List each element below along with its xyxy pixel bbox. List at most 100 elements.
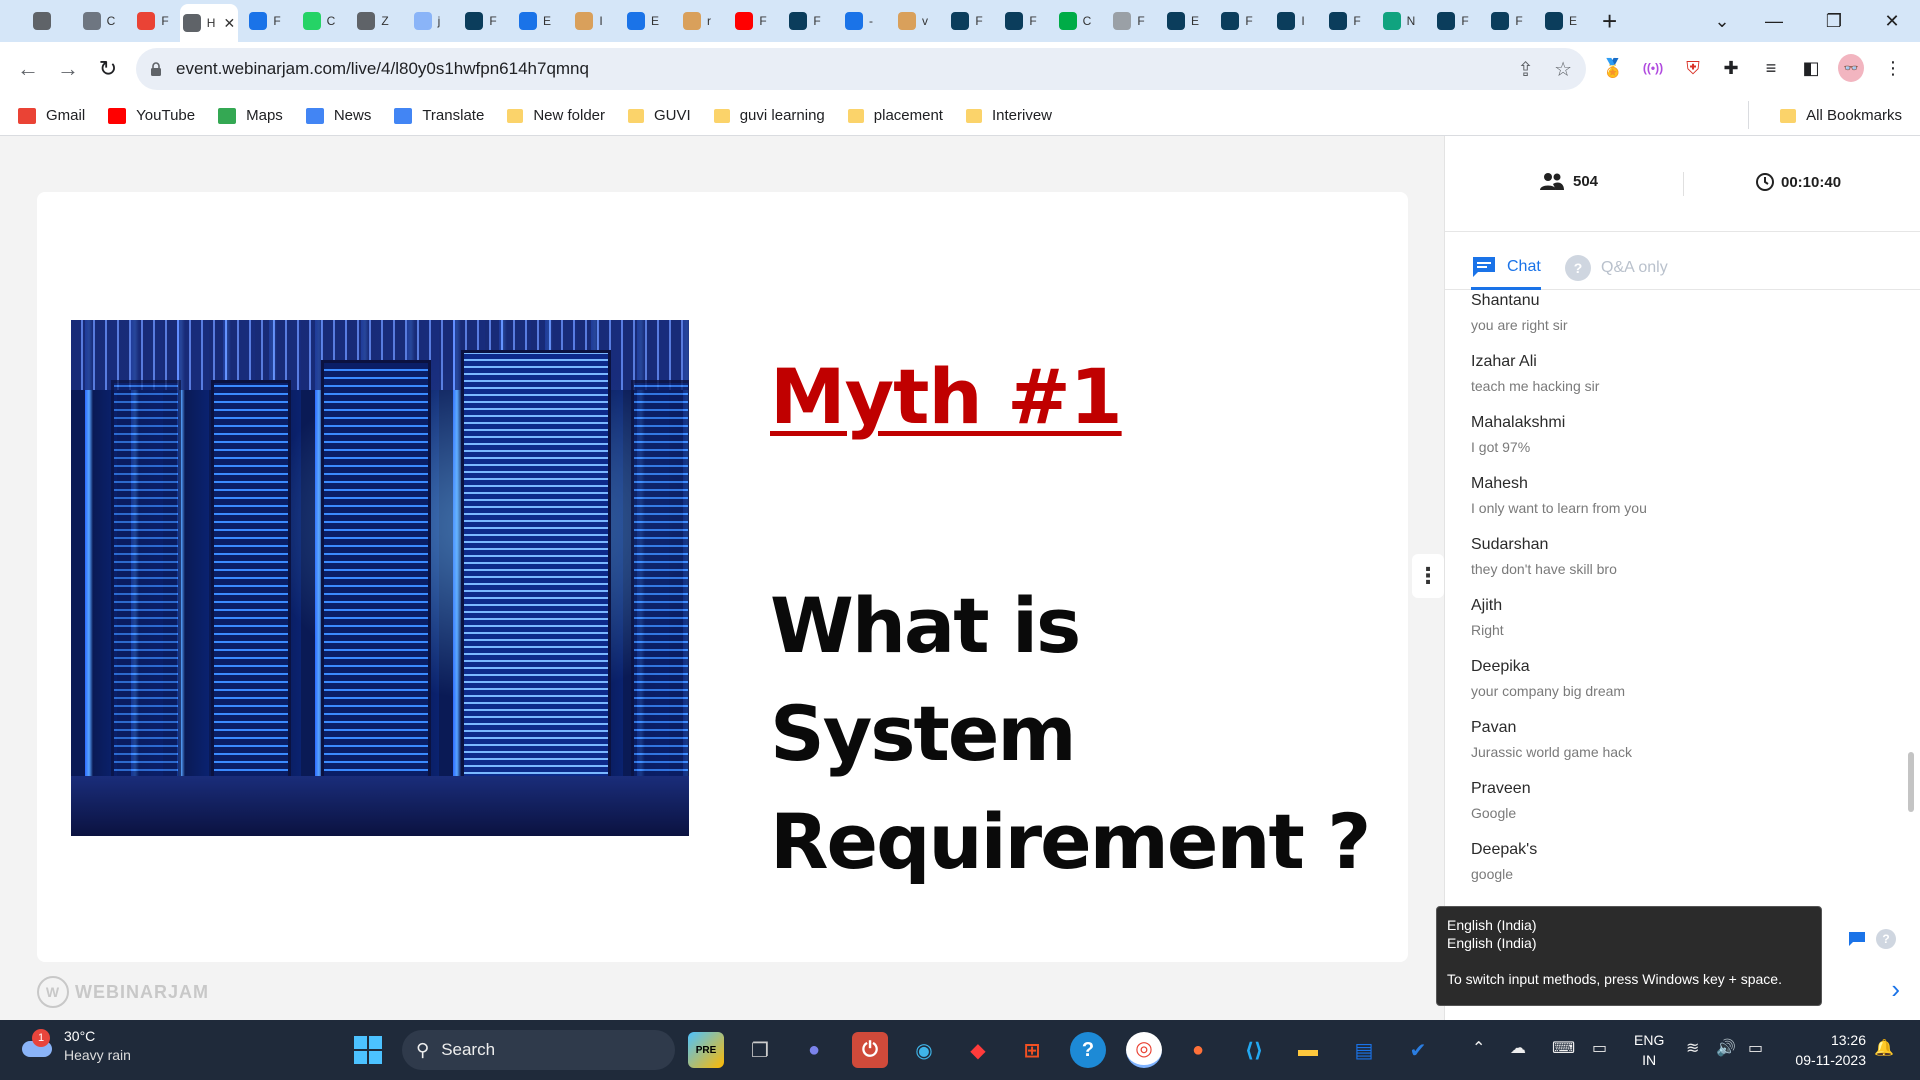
browser-tab[interactable]: I (1264, 4, 1318, 38)
edge-browser-icon[interactable]: ◉ (906, 1032, 942, 1068)
bookmark-item[interactable]: Maps (218, 107, 283, 124)
start-windows-icon[interactable] (350, 1032, 386, 1068)
browser-tab[interactable]: F (1210, 4, 1264, 38)
weather-widget[interactable]: 1 30°C Heavy rain (22, 1028, 131, 1063)
tab-title: F (1029, 14, 1037, 28)
chrome-browser-icon[interactable]: ◎ (1126, 1032, 1162, 1068)
scrollbar-thumb[interactable] (1908, 752, 1914, 812)
extensions-puzzle-icon[interactable]: ✚ (1718, 52, 1744, 84)
qa-mode-icon[interactable]: ? (1876, 929, 1896, 949)
browser-tab[interactable]: C (1048, 4, 1102, 38)
touch-keyboard-icon[interactable]: ▭ (1592, 1038, 1607, 1058)
taskbar-search[interactable]: ⚲ Search (402, 1030, 675, 1070)
browser-tab[interactable]: F (1102, 4, 1156, 38)
send-chevron-icon[interactable]: › (1891, 974, 1900, 1005)
red-diamond-app-icon[interactable]: ◆ (960, 1032, 996, 1068)
bookmark-item[interactable]: Interivew (965, 107, 1052, 124)
bookmark-item[interactable]: News (305, 107, 371, 124)
extension-broadcast-icon[interactable]: ((•)) (1640, 52, 1666, 84)
browser-tab[interactable]: E (616, 4, 670, 38)
forward-button[interactable]: → (48, 49, 88, 89)
browser-tab[interactable]: H ✕ (180, 4, 238, 42)
bookmark-item[interactable]: Gmail (18, 107, 85, 124)
browser-tab[interactable]: j (400, 4, 454, 38)
battery-icon[interactable]: ▭ (1748, 1038, 1763, 1058)
close-tab-icon[interactable]: ✕ (223, 15, 235, 32)
microsoft-store-icon[interactable]: ⊞ (1014, 1032, 1050, 1068)
bookmark-star-icon[interactable]: ☆ (1554, 57, 1572, 82)
browser-tab[interactable]: C (292, 4, 346, 38)
browser-tab[interactable]: F (238, 4, 292, 38)
browser-tab[interactable]: E (508, 4, 562, 38)
bookmark-item[interactable]: GUVI (628, 107, 691, 124)
copilot-icon[interactable]: PRE (688, 1032, 724, 1068)
browser-tab[interactable]: v (886, 4, 940, 38)
browser-tab[interactable]: F (1480, 4, 1534, 38)
help-app-icon[interactable]: ? (1070, 1032, 1106, 1068)
cloud-offline-icon[interactable]: ☁ (1510, 1038, 1526, 1058)
browser-tab[interactable]: r (670, 4, 724, 38)
wifi-icon[interactable]: ≋ (1686, 1038, 1699, 1058)
task-view-icon[interactable]: ❐ (742, 1032, 778, 1068)
chat-scrollbar[interactable] (1908, 292, 1914, 852)
browser-tab[interactable]: F (1318, 4, 1372, 38)
all-bookmarks-button[interactable]: All Bookmarks (1748, 101, 1902, 129)
side-panel-icon[interactable]: ◧ (1798, 52, 1824, 84)
vscode-icon[interactable]: ⟨⟩ (1236, 1032, 1272, 1068)
todo-check-icon[interactable]: ✔ (1400, 1032, 1436, 1068)
browser-menu-icon[interactable]: ⋮ (1880, 52, 1906, 84)
extension-shield-icon[interactable]: ⛨ (1680, 52, 1706, 84)
tab-search-chevron-icon[interactable]: ⌄ (1694, 0, 1750, 42)
chat-mode-icon[interactable] (1848, 931, 1866, 947)
bookmark-item[interactable]: YouTube (108, 107, 195, 124)
keyboard-icon[interactable]: ⌨ (1552, 1038, 1575, 1058)
browser-tab[interactable]: F (126, 4, 180, 38)
reload-button[interactable]: ↻ (88, 49, 128, 89)
tab-qa-only[interactable]: ? Q&A only (1565, 246, 1668, 290)
language-indicator[interactable]: ENG IN (1634, 1030, 1664, 1070)
tab-chat[interactable]: Chat (1471, 246, 1541, 290)
browser-tab[interactable]: E (1534, 4, 1588, 38)
browser-tab[interactable]: F (994, 4, 1048, 38)
file-explorer-icon[interactable]: ▬ (1290, 1032, 1326, 1068)
maximize-button[interactable]: ❐ (1806, 0, 1862, 42)
profile-avatar[interactable]: 👓 (1838, 52, 1864, 84)
lock-icon[interactable] (150, 62, 162, 76)
extension-medal-icon[interactable]: 🏅 (1600, 52, 1626, 84)
browser-tab[interactable]: E (1156, 4, 1210, 38)
bookmark-item[interactable]: placement (847, 107, 943, 124)
browser-tab[interactable]: C (72, 4, 126, 38)
bookmark-item[interactable]: New folder (507, 107, 605, 124)
browser-tab[interactable]: F (724, 4, 778, 38)
more-options-icon[interactable]: ⋮ (1412, 554, 1444, 598)
tab-title: F (1353, 14, 1361, 28)
browser-tab[interactable] (18, 4, 72, 38)
browser-tab[interactable]: F (454, 4, 508, 38)
browser-tab[interactable]: I (562, 4, 616, 38)
back-button[interactable]: ← (8, 49, 48, 89)
power-app-icon[interactable]: ⏻ (852, 1032, 888, 1068)
teams-chat-icon[interactable]: ● (796, 1032, 832, 1068)
folder-icon (507, 108, 524, 123)
browser-tab[interactable]: F (940, 4, 994, 38)
reading-list-icon[interactable]: ≡ (1758, 52, 1784, 84)
new-tab-button[interactable]: + (1602, 6, 1617, 37)
bookmark-item[interactable]: Translate (394, 107, 484, 124)
browser-tab[interactable]: Z (346, 4, 400, 38)
browser-tab[interactable]: - (832, 4, 886, 38)
browser-tab[interactable]: N (1372, 4, 1426, 38)
share-icon[interactable]: ⇪ (1517, 57, 1534, 82)
system-clock[interactable]: 13:26 09-11-2023 (1786, 1030, 1866, 1070)
address-bar[interactable]: event.webinarjam.com/live/4/l80y0s1hwfpn… (136, 48, 1586, 90)
minimize-button[interactable]: — (1746, 0, 1802, 42)
volume-icon[interactable]: 🔊 (1716, 1038, 1736, 1058)
bookmark-item[interactable]: guvi learning (713, 107, 825, 124)
browser-tab[interactable]: F (778, 4, 832, 38)
firefox-browser-icon[interactable]: ● (1180, 1032, 1216, 1068)
book-app-icon[interactable]: ▤ (1346, 1032, 1382, 1068)
tray-chevron-up-icon[interactable]: ⌃ (1472, 1038, 1485, 1058)
clock-date: 09-11-2023 (1795, 1052, 1866, 1068)
browser-tab[interactable]: F (1426, 4, 1480, 38)
close-window-button[interactable]: ✕ (1864, 0, 1920, 42)
notification-bell-icon[interactable]: 🔔 (1874, 1038, 1894, 1058)
